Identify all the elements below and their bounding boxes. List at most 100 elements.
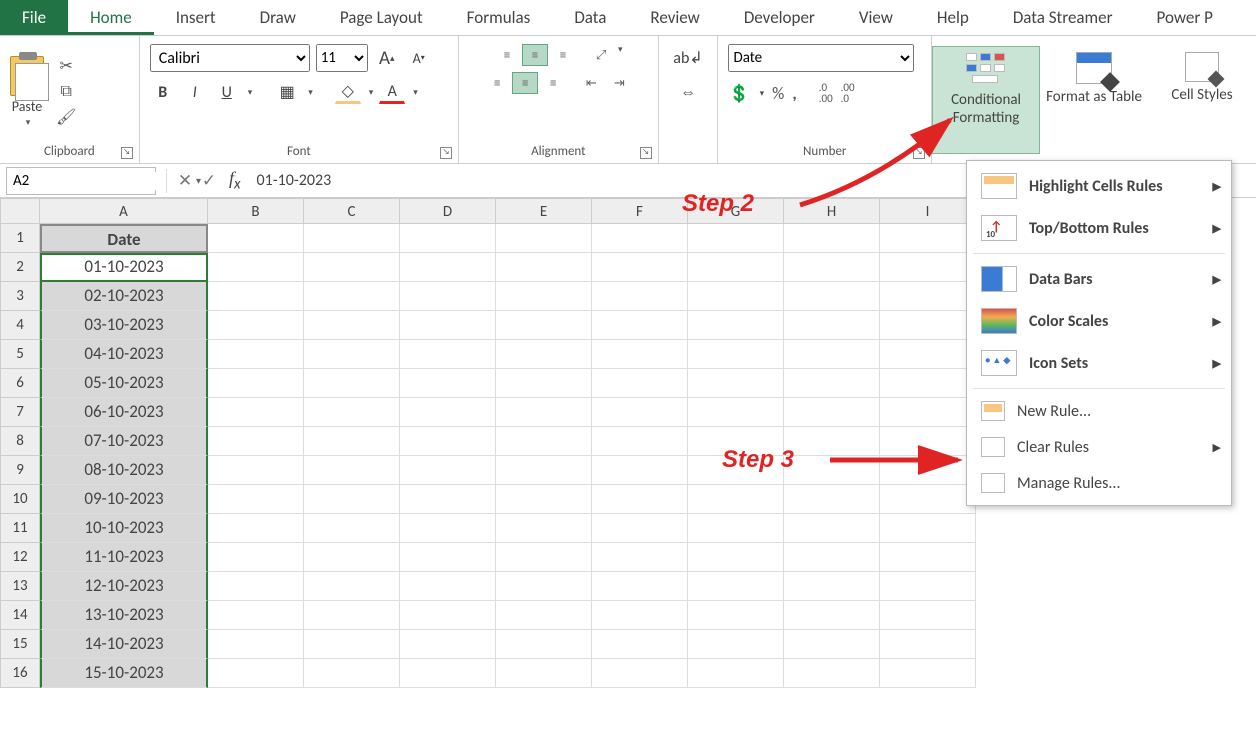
tab-draw[interactable]: Draw <box>238 0 318 35</box>
row-header-1[interactable]: 1 <box>0 224 40 253</box>
cell-F15[interactable] <box>592 630 688 659</box>
font-color-button[interactable]: A <box>379 80 405 104</box>
align-top-icon[interactable]: ≡ <box>494 44 520 66</box>
cell-E1[interactable] <box>496 224 592 253</box>
cell-G3[interactable] <box>688 282 784 311</box>
orientation-icon[interactable]: ⤢ <box>588 44 614 66</box>
cell-A9[interactable]: 08-10-2023 <box>40 456 208 485</box>
cell-B3[interactable] <box>208 282 304 311</box>
cell-A5[interactable]: 04-10-2023 <box>40 340 208 369</box>
cell-D5[interactable] <box>400 340 496 369</box>
tab-developer[interactable]: Developer <box>722 0 837 35</box>
column-header-F[interactable]: F <box>592 198 688 224</box>
row-header-16[interactable]: 16 <box>0 659 40 688</box>
cell-C5[interactable] <box>304 340 400 369</box>
cell-B1[interactable] <box>208 224 304 253</box>
cell-D12[interactable] <box>400 543 496 572</box>
cell-G16[interactable] <box>688 659 784 688</box>
select-all-corner[interactable] <box>0 198 40 224</box>
cell-B14[interactable] <box>208 601 304 630</box>
cell-C4[interactable] <box>304 311 400 340</box>
name-box-input[interactable] <box>7 172 196 190</box>
align-right-icon[interactable]: ≡ <box>540 72 566 94</box>
row-header-8[interactable]: 8 <box>0 427 40 456</box>
cell-I14[interactable] <box>880 601 976 630</box>
tab-review[interactable]: Review <box>628 0 721 35</box>
cell-E14[interactable] <box>496 601 592 630</box>
borders-button[interactable]: ▦ <box>274 80 300 104</box>
cell-A3[interactable]: 02-10-2023 <box>40 282 208 311</box>
cell-I11[interactable] <box>880 514 976 543</box>
cell-H16[interactable] <box>784 659 880 688</box>
tab-home[interactable]: Home <box>68 0 154 35</box>
cell-F7[interactable] <box>592 398 688 427</box>
cell-E2[interactable] <box>496 253 592 282</box>
tab-help[interactable]: Help <box>915 0 991 35</box>
font-name-select[interactable]: Calibri <box>150 44 310 72</box>
cell-B4[interactable] <box>208 311 304 340</box>
cell-F1[interactable] <box>592 224 688 253</box>
align-middle-icon[interactable]: ≡ <box>522 44 548 66</box>
cell-H2[interactable] <box>784 253 880 282</box>
cell-C13[interactable] <box>304 572 400 601</box>
cell-A16[interactable]: 15-10-2023 <box>40 659 208 688</box>
cell-A10[interactable]: 09-10-2023 <box>40 485 208 514</box>
cell-C14[interactable] <box>304 601 400 630</box>
cell-D14[interactable] <box>400 601 496 630</box>
row-header-12[interactable]: 12 <box>0 543 40 572</box>
row-header-3[interactable]: 3 <box>0 282 40 311</box>
cell-E7[interactable] <box>496 398 592 427</box>
cell-B8[interactable] <box>208 427 304 456</box>
column-header-C[interactable]: C <box>304 198 400 224</box>
cell-D11[interactable] <box>400 514 496 543</box>
cell-D15[interactable] <box>400 630 496 659</box>
cell-C16[interactable] <box>304 659 400 688</box>
tab-insert[interactable]: Insert <box>154 0 238 35</box>
cell-E8[interactable] <box>496 427 592 456</box>
column-header-A[interactable]: A <box>40 198 208 224</box>
cell-D8[interactable] <box>400 427 496 456</box>
cell-G6[interactable] <box>688 369 784 398</box>
cell-B2[interactable] <box>208 253 304 282</box>
font-size-select[interactable]: 11 <box>316 44 368 72</box>
cell-F9[interactable] <box>592 456 688 485</box>
column-header-D[interactable]: D <box>400 198 496 224</box>
cell-E6[interactable] <box>496 369 592 398</box>
menu-icon-sets[interactable]: Icon Sets▶ <box>967 342 1231 384</box>
align-left-icon[interactable]: ≡ <box>484 72 510 94</box>
cell-D6[interactable] <box>400 369 496 398</box>
cell-H13[interactable] <box>784 572 880 601</box>
cell-B16[interactable] <box>208 659 304 688</box>
cell-C7[interactable] <box>304 398 400 427</box>
cell-A4[interactable]: 03-10-2023 <box>40 311 208 340</box>
menu-new-rule[interactable]: New Rule... <box>967 393 1231 429</box>
cell-D9[interactable] <box>400 456 496 485</box>
accounting-format-icon[interactable]: 💲 <box>728 83 749 104</box>
cell-F8[interactable] <box>592 427 688 456</box>
cell-H15[interactable] <box>784 630 880 659</box>
decrease-font-icon[interactable]: A▾ <box>406 46 432 70</box>
tab-file[interactable]: File <box>0 0 68 35</box>
cell-B10[interactable] <box>208 485 304 514</box>
cell-G12[interactable] <box>688 543 784 572</box>
cell-F3[interactable] <box>592 282 688 311</box>
cell-G1[interactable] <box>688 224 784 253</box>
cell-F2[interactable] <box>592 253 688 282</box>
cell-H1[interactable] <box>784 224 880 253</box>
cell-D13[interactable] <box>400 572 496 601</box>
cell-B9[interactable] <box>208 456 304 485</box>
paste-button[interactable]: Paste ▾ <box>10 56 50 128</box>
row-header-4[interactable]: 4 <box>0 311 40 340</box>
copy-icon[interactable]: ⧉ <box>60 82 71 101</box>
cell-C10[interactable] <box>304 485 400 514</box>
cell-H7[interactable] <box>784 398 880 427</box>
cancel-formula-icon[interactable]: ✕ <box>173 170 197 191</box>
cell-E3[interactable] <box>496 282 592 311</box>
cell-E13[interactable] <box>496 572 592 601</box>
cell-H3[interactable] <box>784 282 880 311</box>
cell-E12[interactable] <box>496 543 592 572</box>
fill-color-button[interactable]: ◇ <box>335 80 361 104</box>
row-header-2[interactable]: 2 <box>0 253 40 282</box>
percent-format-icon[interactable]: % <box>772 83 784 104</box>
cell-A6[interactable]: 05-10-2023 <box>40 369 208 398</box>
